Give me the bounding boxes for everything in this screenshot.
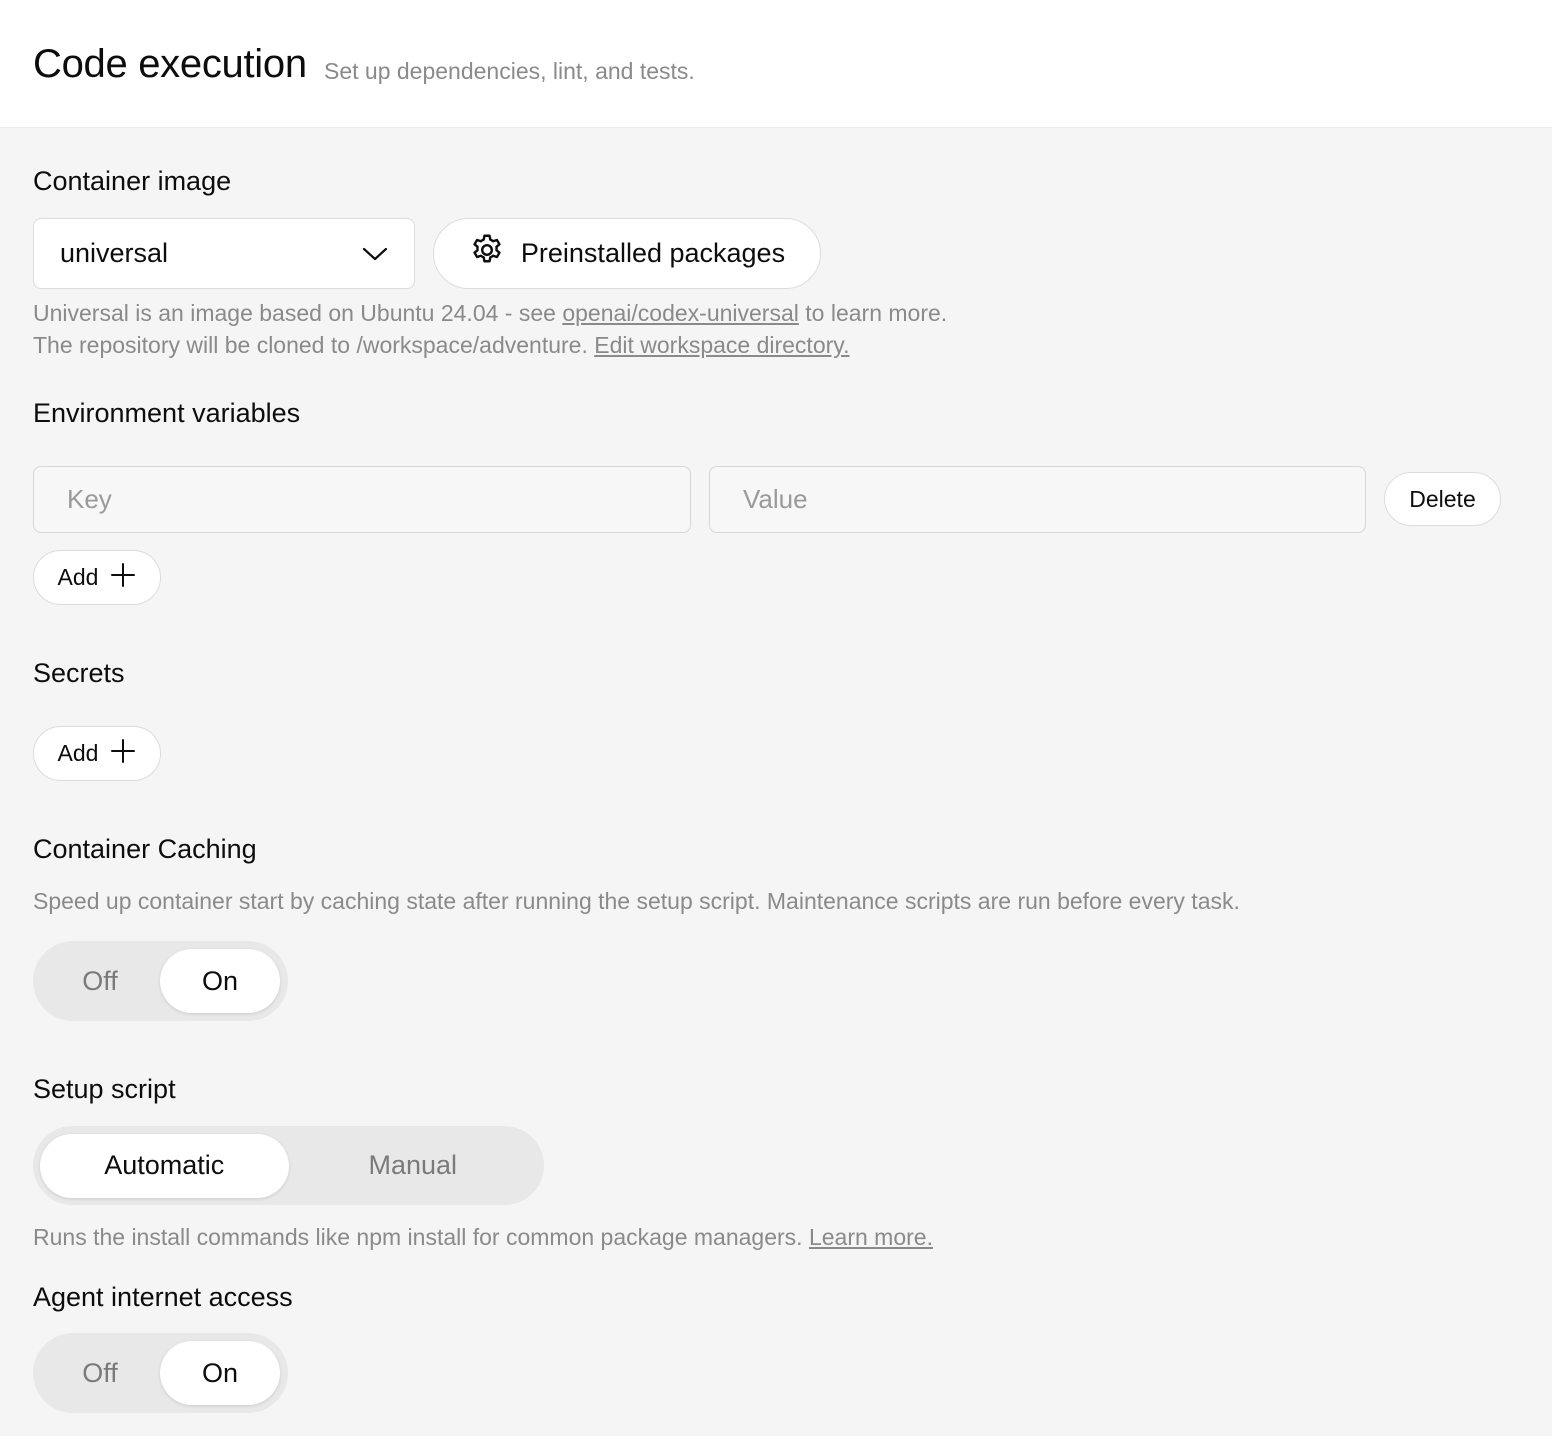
container-image-help-prefix: Universal is an image based on Ubuntu 24… xyxy=(33,300,563,326)
plus-icon xyxy=(110,738,136,770)
setup-automatic-option[interactable]: Automatic xyxy=(40,1133,289,1198)
chevron-down-icon xyxy=(362,241,388,267)
page-subtitle: Set up dependencies, lint, and tests. xyxy=(324,58,695,84)
caching-on-option[interactable]: On xyxy=(160,949,280,1013)
page-title: Code execution xyxy=(33,42,307,86)
agent-internet-access-label: Agent internet access xyxy=(33,1282,293,1312)
container-image-value: universal xyxy=(60,238,169,268)
env-value-input[interactable] xyxy=(709,466,1366,533)
add-env-label: Add xyxy=(57,564,99,590)
add-secret-label: Add xyxy=(57,740,99,766)
edit-workspace-directory-link[interactable]: Edit workspace directory. xyxy=(594,332,849,358)
setup-script-help-text: Runs the install commands like npm insta… xyxy=(33,1224,809,1250)
clone-directory-text: The repository will be cloned to /worksp… xyxy=(33,332,595,358)
add-env-button[interactable]: Add xyxy=(33,550,161,605)
container-caching-toggle[interactable]: Off On xyxy=(33,941,288,1021)
container-image-help-suffix: to learn more. xyxy=(798,300,948,326)
codex-universal-link[interactable]: openai/codex-universal xyxy=(562,300,799,326)
add-secret-button[interactable]: Add xyxy=(33,726,161,781)
delete-env-button[interactable]: Delete xyxy=(1384,472,1501,526)
env-key-input[interactable] xyxy=(33,466,691,533)
preinstalled-packages-button[interactable]: Preinstalled packages xyxy=(433,218,821,289)
page-header: Code execution Set up dependencies, lint… xyxy=(0,0,1552,128)
learn-more-link[interactable]: Learn more. xyxy=(809,1224,933,1250)
secrets-label: Secrets xyxy=(33,658,125,688)
container-caching-description: Speed up container start by caching stat… xyxy=(33,888,1240,914)
clone-directory-help: The repository will be cloned to /worksp… xyxy=(33,332,849,359)
setup-script-help: Runs the install commands like npm insta… xyxy=(33,1224,933,1251)
caching-off-option[interactable]: Off xyxy=(40,949,160,1013)
environment-variables-label: Environment variables xyxy=(33,398,301,428)
setup-script-mode-toggle[interactable]: Automatic Manual xyxy=(33,1126,544,1205)
container-image-label: Container image xyxy=(33,166,232,196)
agent-internet-access-toggle[interactable]: Off On xyxy=(33,1333,288,1413)
setup-script-label: Setup script xyxy=(33,1074,176,1104)
gear-icon xyxy=(469,232,505,275)
preinstalled-packages-label: Preinstalled packages xyxy=(520,238,786,268)
plus-icon xyxy=(110,562,136,594)
internet-off-option[interactable]: Off xyxy=(40,1341,160,1405)
container-image-help: Universal is an image based on Ubuntu 24… xyxy=(33,300,947,327)
container-image-select[interactable]: universal xyxy=(33,218,415,289)
container-caching-label: Container Caching xyxy=(33,834,257,864)
setup-manual-option[interactable]: Manual xyxy=(289,1134,538,1198)
internet-on-option[interactable]: On xyxy=(160,1341,280,1405)
